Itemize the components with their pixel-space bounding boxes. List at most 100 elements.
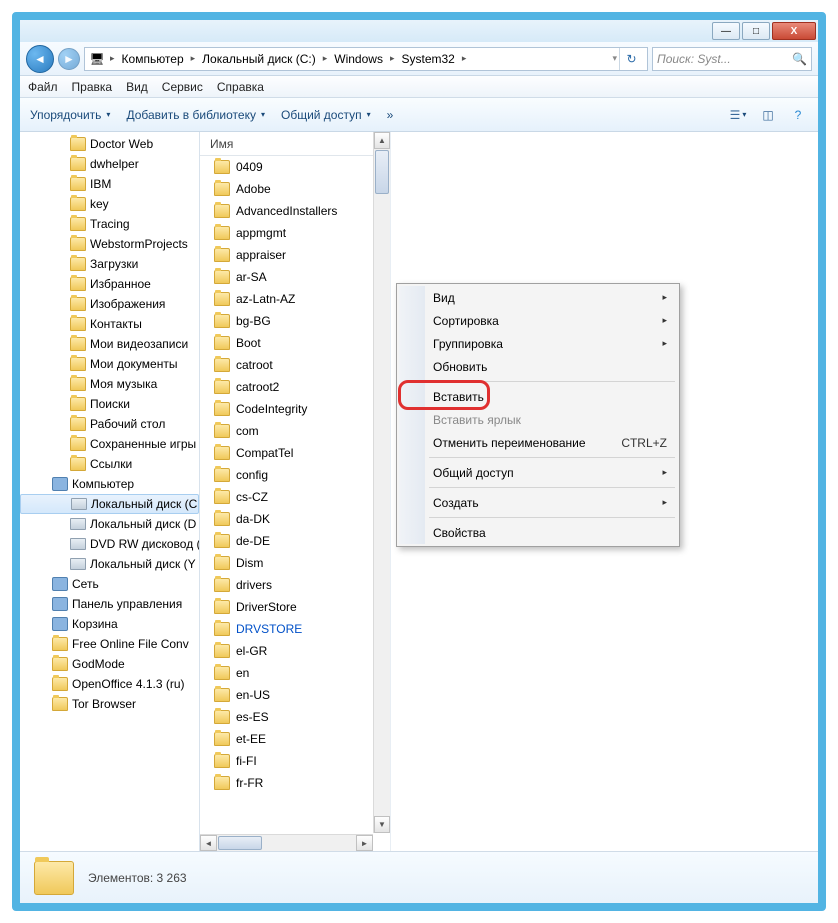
- file-row[interactable]: de-DE: [200, 530, 390, 552]
- minimize-button[interactable]: —: [712, 22, 740, 40]
- breadcrumb-item[interactable]: System32: [399, 52, 456, 66]
- tree-item[interactable]: Tracing: [20, 214, 199, 234]
- menu-item-new[interactable]: Создать▸: [399, 491, 677, 514]
- scroll-thumb[interactable]: [218, 836, 262, 850]
- breadcrumb-item[interactable]: Windows: [332, 52, 385, 66]
- menu-item-paste[interactable]: Вставить: [399, 385, 677, 408]
- file-row[interactable]: da-DK: [200, 508, 390, 530]
- file-row[interactable]: fr-FR: [200, 772, 390, 794]
- menu-item-sort[interactable]: Сортировка▸: [399, 309, 677, 332]
- horizontal-scrollbar[interactable]: ◄ ►: [200, 834, 373, 851]
- add-to-library-button[interactable]: Добавить в библиотеку: [126, 108, 265, 122]
- menu-file[interactable]: Файл: [28, 80, 58, 94]
- tree-item[interactable]: Панель управления: [20, 594, 199, 614]
- view-mode-button[interactable]: ☰: [728, 106, 748, 124]
- menu-tools[interactable]: Сервис: [162, 80, 203, 94]
- tree-item[interactable]: Сохраненные игры: [20, 434, 199, 454]
- tree-item[interactable]: Мои документы: [20, 354, 199, 374]
- tree-item[interactable]: Компьютер: [20, 474, 199, 494]
- file-row[interactable]: fi-FI: [200, 750, 390, 772]
- tree-item[interactable]: Избранное: [20, 274, 199, 294]
- file-row[interactable]: en: [200, 662, 390, 684]
- scroll-thumb[interactable]: [375, 150, 389, 194]
- tree-item[interactable]: Локальный диск (D: [20, 514, 199, 534]
- file-row[interactable]: ar-SA: [200, 266, 390, 288]
- share-button[interactable]: Общий доступ: [281, 108, 371, 122]
- menu-help[interactable]: Справка: [217, 80, 264, 94]
- menu-item-paste-shortcut[interactable]: Вставить ярлык: [399, 408, 677, 431]
- tree-item[interactable]: Моя музыка: [20, 374, 199, 394]
- file-row[interactable]: catroot: [200, 354, 390, 376]
- file-row[interactable]: en-US: [200, 684, 390, 706]
- maximize-button[interactable]: □: [742, 22, 770, 40]
- chevron-icon[interactable]: ▸: [320, 53, 331, 64]
- file-row[interactable]: Boot: [200, 332, 390, 354]
- scroll-down-button[interactable]: ▼: [374, 816, 390, 833]
- close-button[interactable]: X: [772, 22, 816, 40]
- search-input[interactable]: Поиск: Syst... 🔍: [652, 47, 812, 71]
- tree-item[interactable]: Рабочий стол: [20, 414, 199, 434]
- file-row[interactable]: appraiser: [200, 244, 390, 266]
- preview-pane-button[interactable]: ◫: [758, 106, 778, 124]
- file-row[interactable]: Adobe: [200, 178, 390, 200]
- file-row[interactable]: es-ES: [200, 706, 390, 728]
- column-header-name[interactable]: Имя ▴: [200, 132, 390, 156]
- navigation-tree[interactable]: Doctor WebdwhelperIBMkeyTracingWebstormP…: [20, 132, 200, 851]
- search-icon[interactable]: 🔍: [792, 52, 807, 66]
- tree-item[interactable]: OpenOffice 4.1.3 (ru): [20, 674, 199, 694]
- file-row[interactable]: DriverStore: [200, 596, 390, 618]
- tree-item[interactable]: Локальный диск (Y: [20, 554, 199, 574]
- file-row[interactable]: et-EE: [200, 728, 390, 750]
- file-list[interactable]: Имя ▴ 0409AdobeAdvancedInstallersappmgmt…: [200, 132, 390, 851]
- tree-item[interactable]: Поиски: [20, 394, 199, 414]
- file-row[interactable]: AdvancedInstallers: [200, 200, 390, 222]
- vertical-scrollbar[interactable]: ▲ ▼: [373, 132, 390, 833]
- tree-item[interactable]: GodMode: [20, 654, 199, 674]
- menu-item-properties[interactable]: Свойства: [399, 521, 677, 544]
- tree-item[interactable]: Doctor Web: [20, 134, 199, 154]
- tree-item[interactable]: Ссылки: [20, 454, 199, 474]
- tree-item[interactable]: Корзина: [20, 614, 199, 634]
- file-row[interactable]: 0409: [200, 156, 390, 178]
- file-row[interactable]: el-GR: [200, 640, 390, 662]
- history-dropdown[interactable]: ▾: [612, 53, 617, 64]
- file-row[interactable]: CodeIntegrity: [200, 398, 390, 420]
- breadcrumb[interactable]: 🖥 ▸ Компьютер ▸ Локальный диск (C:) ▸ Wi…: [84, 47, 648, 71]
- help-icon[interactable]: ?: [788, 106, 808, 124]
- tree-item[interactable]: key: [20, 194, 199, 214]
- scroll-right-button[interactable]: ►: [356, 835, 373, 851]
- file-row[interactable]: az-Latn-AZ: [200, 288, 390, 310]
- tree-item[interactable]: Мои видеозаписи: [20, 334, 199, 354]
- scroll-up-button[interactable]: ▲: [374, 132, 390, 149]
- chevron-icon[interactable]: ▸: [107, 53, 118, 64]
- tree-item[interactable]: DVD RW дисковод (: [20, 534, 199, 554]
- tree-item[interactable]: Загрузки: [20, 254, 199, 274]
- refresh-icon[interactable]: ↻: [619, 48, 643, 70]
- scroll-left-button[interactable]: ◄: [200, 835, 217, 851]
- menu-edit[interactable]: Правка: [72, 80, 113, 94]
- tree-item[interactable]: Tor Browser: [20, 694, 199, 714]
- organize-button[interactable]: Упорядочить: [30, 108, 110, 122]
- file-row[interactable]: cs-CZ: [200, 486, 390, 508]
- menu-view[interactable]: Вид: [126, 80, 148, 94]
- file-row[interactable]: Dism: [200, 552, 390, 574]
- file-row[interactable]: config: [200, 464, 390, 486]
- menu-item-view[interactable]: Вид▸: [399, 286, 677, 309]
- chevron-icon[interactable]: ▸: [387, 53, 398, 64]
- file-row[interactable]: bg-BG: [200, 310, 390, 332]
- chevron-icon[interactable]: ▸: [459, 53, 470, 64]
- chevron-icon[interactable]: ▸: [188, 53, 199, 64]
- tree-item[interactable]: Free Online File Conv: [20, 634, 199, 654]
- tree-item[interactable]: Локальный диск (C: [20, 494, 199, 514]
- forward-button[interactable]: ►: [58, 48, 80, 70]
- back-button[interactable]: ◄: [26, 45, 54, 73]
- tree-item[interactable]: Контакты: [20, 314, 199, 334]
- tree-item[interactable]: dwhelper: [20, 154, 199, 174]
- menu-item-undo-rename[interactable]: Отменить переименованиеCTRL+Z: [399, 431, 677, 454]
- more-button[interactable]: »: [387, 108, 394, 122]
- tree-item[interactable]: IBM: [20, 174, 199, 194]
- file-row[interactable]: DRVSTORE: [200, 618, 390, 640]
- menu-item-group[interactable]: Группировка▸: [399, 332, 677, 355]
- tree-item[interactable]: Изображения: [20, 294, 199, 314]
- file-row[interactable]: com: [200, 420, 390, 442]
